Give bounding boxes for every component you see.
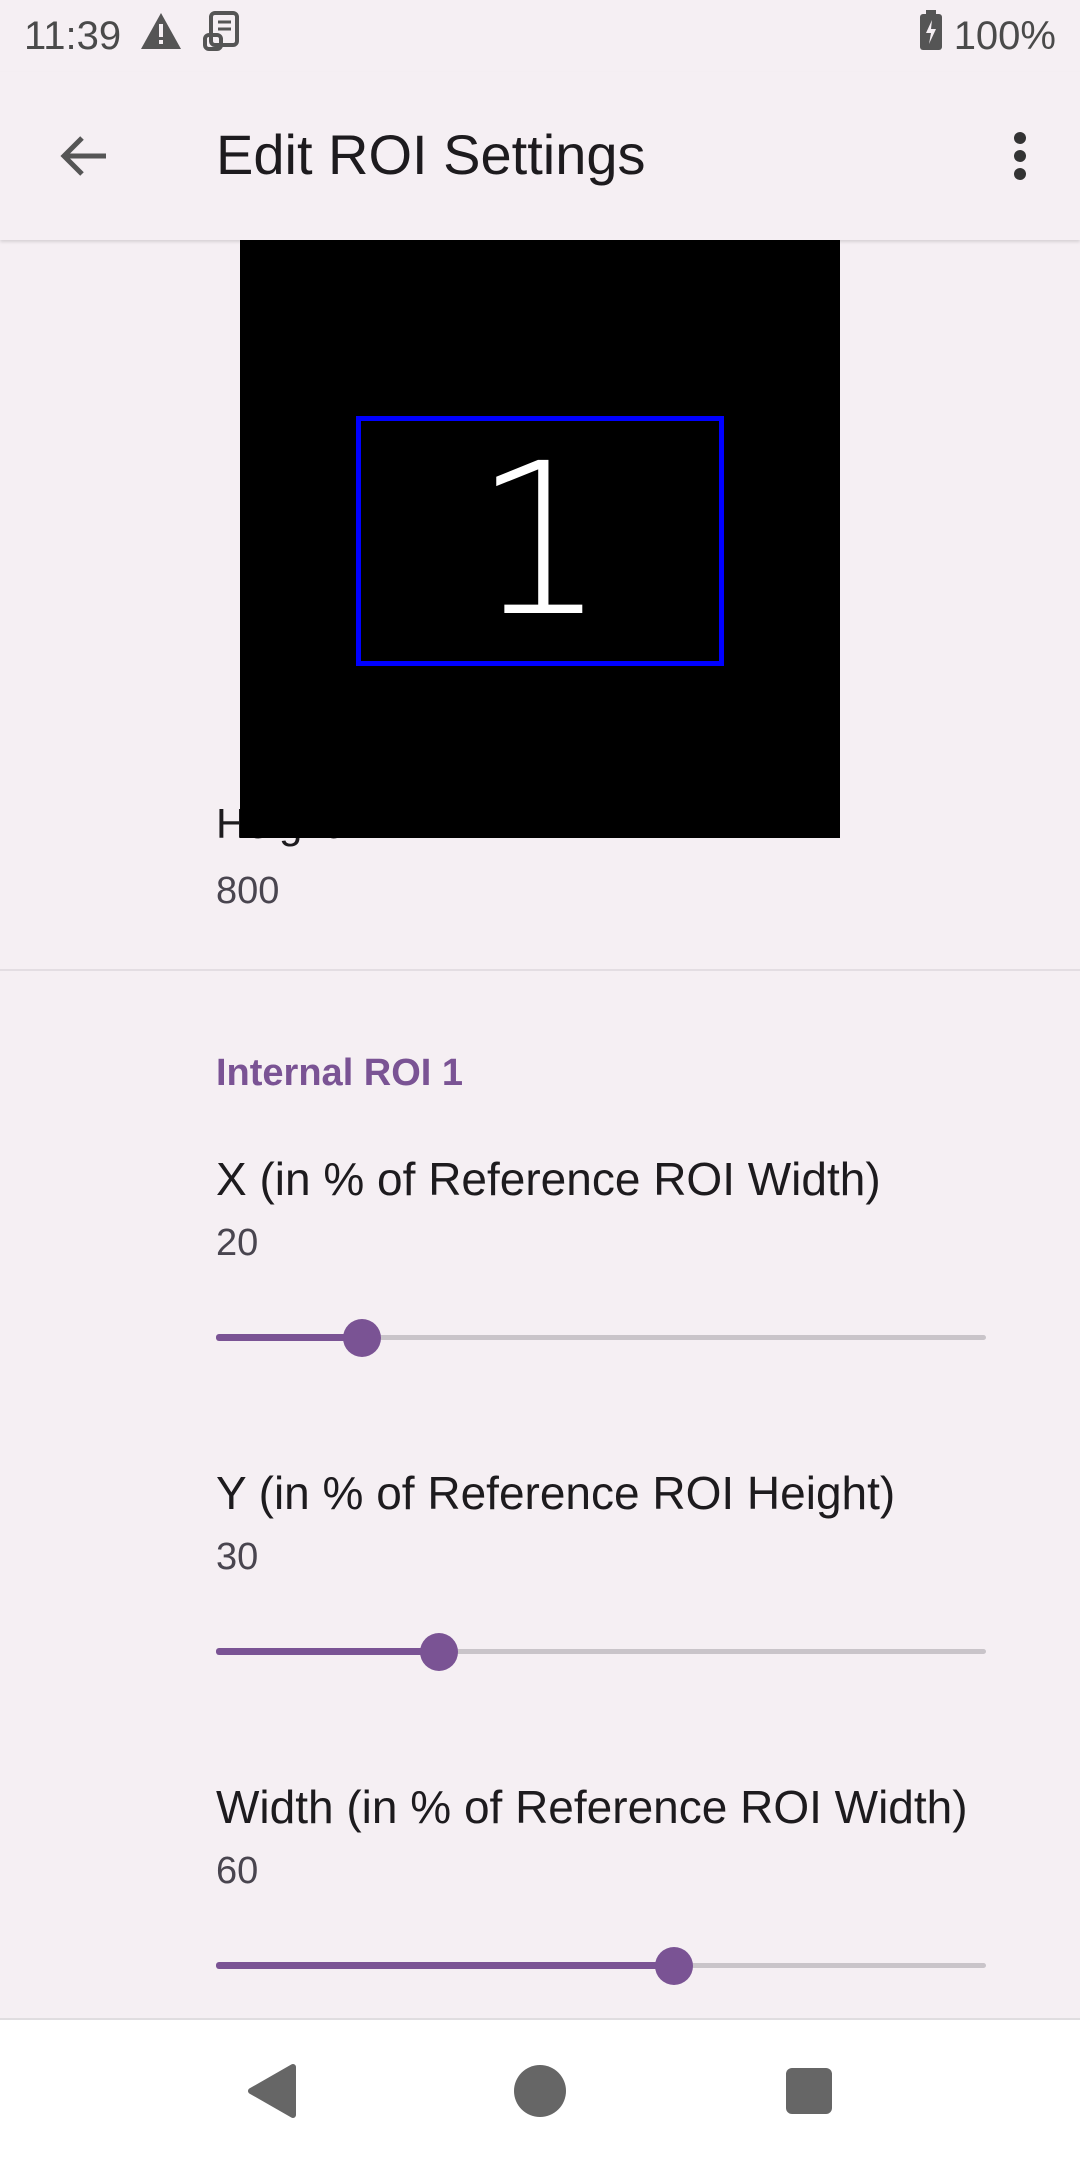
x-pref-value: 20 [216,1222,259,1264]
width-pref[interactable]: Width (in % of Reference ROI Width) 60 [216,1780,986,1985]
slider-track-active [216,1962,675,1969]
nav-back-icon [248,2064,296,2118]
nav-back-button[interactable] [236,2056,306,2126]
status-time: 11:39 [24,13,122,58]
roi-preview: 1 [240,240,840,838]
status-left: 11:39 [24,9,245,63]
y-pref-title: Y (in % of Reference ROI Height) [216,1467,896,1519]
category-title: Internal ROI 1 [216,1052,464,1094]
roi-label: 1 [473,418,607,663]
slider-track-active [216,1648,440,1655]
more-vert-icon [1014,132,1026,180]
slider-thumb[interactable] [420,1633,459,1671]
nav-recents-button[interactable] [774,2056,844,2126]
y-slider[interactable] [216,1632,986,1672]
arrow-back-icon [60,136,106,176]
x-pref[interactable]: X (in % of Reference ROI Width) 20 [216,1152,986,1357]
warning-icon [139,11,183,61]
scroll-icon [201,9,245,63]
nav-home-button[interactable] [505,2056,575,2126]
roi-box: 1 [356,416,724,666]
nav-recents-icon [786,2068,832,2114]
width-pref-title: Width (in % of Reference ROI Width) [216,1781,968,1833]
height-pref-value: 800 [216,870,280,912]
navigation-bar [0,2018,1080,2160]
slider-thumb[interactable] [655,1947,694,1985]
width-pref-value: 60 [216,1850,259,1892]
y-pref-value: 30 [216,1536,259,1578]
page-title: Edit ROI Settings [216,123,646,186]
x-slider[interactable] [216,1318,986,1358]
overflow-menu-button[interactable] [984,120,1056,192]
slider-track-active [216,1334,363,1341]
x-pref-title: X (in % of Reference ROI Width) [216,1153,881,1205]
slider-thumb[interactable] [343,1319,382,1357]
settings-list[interactable]: Height 800 1 Internal ROI 1 X (in % of R… [0,240,1080,2018]
nav-home-icon [514,2065,566,2117]
divider [0,969,1080,971]
status-bar: 11:39 100% [0,0,1080,72]
back-button[interactable] [48,120,120,192]
status-right: 100% [918,10,1056,62]
width-slider[interactable] [216,1946,986,1986]
battery-charging-icon [918,10,944,62]
app-bar: Edit ROI Settings [0,72,1080,240]
y-pref[interactable]: Y (in % of Reference ROI Height) 30 [216,1466,986,1671]
battery-percent: 100% [953,13,1056,58]
